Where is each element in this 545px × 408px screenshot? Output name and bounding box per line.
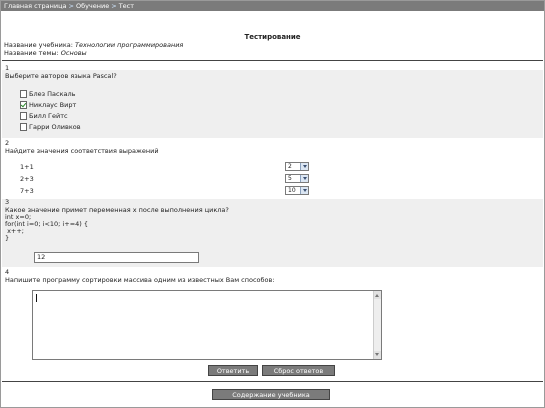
- select-value: 10: [288, 187, 296, 194]
- match-select[interactable]: 5: [285, 174, 309, 183]
- option-4[interactable]: Гарри Оливков: [20, 123, 81, 131]
- scroll-down-arrow-icon[interactable]: [374, 351, 381, 359]
- chevron-down-icon[interactable]: [300, 175, 308, 182]
- breadcrumb-learning-link[interactable]: Обучение: [76, 2, 109, 10]
- option-label: Билл Гейтс: [29, 112, 68, 120]
- select-value: 5: [288, 175, 292, 182]
- question-number: 1: [5, 64, 10, 72]
- question-number: 2: [5, 139, 10, 147]
- question-text: Напишите программу сортировки массива од…: [5, 276, 275, 284]
- checkbox-checked[interactable]: [20, 101, 27, 109]
- question-3: 3 Какое значение примет переменная x пос…: [2, 198, 543, 267]
- course-name-label: Название учебника:: [4, 41, 73, 49]
- section-name-label: Название темы:: [4, 49, 59, 57]
- match-select[interactable]: 10: [285, 186, 309, 195]
- answer-input[interactable]: 12: [34, 252, 199, 263]
- page-title: Тестирование: [244, 33, 301, 41]
- divider: [2, 60, 543, 61]
- match-expression: 2+3: [20, 175, 34, 183]
- breadcrumb-separator: >: [68, 2, 74, 10]
- section-name-line: Название темы: Основы: [4, 49, 87, 57]
- question-text: Выберите авторов языка Pascal?: [5, 72, 117, 80]
- question-2: 2 Найдите значения соответствия выражени…: [2, 139, 543, 197]
- question-1: 1 Выберите авторов языка Pascal? Блез Па…: [2, 64, 543, 138]
- section-name-value: Основы: [60, 49, 87, 57]
- chevron-down-icon[interactable]: [300, 187, 308, 194]
- match-expression: 7+3: [20, 187, 34, 195]
- option-label: Гарри Оливков: [29, 123, 81, 131]
- checkbox[interactable]: [20, 112, 27, 120]
- option-3[interactable]: Билл Гейтс: [20, 112, 68, 120]
- reset-button[interactable]: Сброс ответов: [262, 365, 335, 376]
- option-1[interactable]: Блез Паскаль: [20, 90, 75, 98]
- code-line: }: [5, 234, 10, 242]
- scroll-up-arrow-icon[interactable]: [374, 291, 381, 299]
- question-number: 4: [5, 268, 10, 276]
- option-label: Блез Паскаль: [29, 90, 76, 98]
- chevron-down-icon[interactable]: [300, 163, 308, 170]
- match-select[interactable]: 2: [285, 162, 309, 171]
- text-caret: [36, 294, 37, 302]
- match-expression: 1+1: [20, 163, 34, 171]
- question-number: 3: [5, 198, 10, 206]
- breadcrumb-home-link[interactable]: Главная страница: [4, 2, 67, 10]
- question-text: Найдите значения соответствия выражений: [5, 147, 159, 155]
- divider: [2, 381, 543, 382]
- checkbox[interactable]: [20, 123, 27, 131]
- option-label: Никлаус Вирт: [29, 101, 77, 109]
- checkbox[interactable]: [20, 90, 27, 98]
- contents-button[interactable]: Содержание учебника: [212, 389, 330, 400]
- answer-textarea[interactable]: [32, 290, 382, 360]
- submit-button[interactable]: Ответить: [208, 365, 258, 376]
- course-name-value: Технологии программирования: [75, 41, 184, 49]
- breadcrumb-separator: >: [111, 2, 117, 10]
- breadcrumb: Главная страница > Обучение > Тест: [1, 1, 544, 11]
- vertical-scrollbar[interactable]: [373, 291, 381, 359]
- option-2[interactable]: Никлаус Вирт: [20, 101, 76, 109]
- breadcrumb-current: Тест: [118, 2, 135, 10]
- select-value: 2: [288, 163, 292, 170]
- course-name-line: Название учебника: Технологии программир…: [4, 41, 183, 49]
- question-text: Какое значение примет переменная x после…: [5, 206, 229, 214]
